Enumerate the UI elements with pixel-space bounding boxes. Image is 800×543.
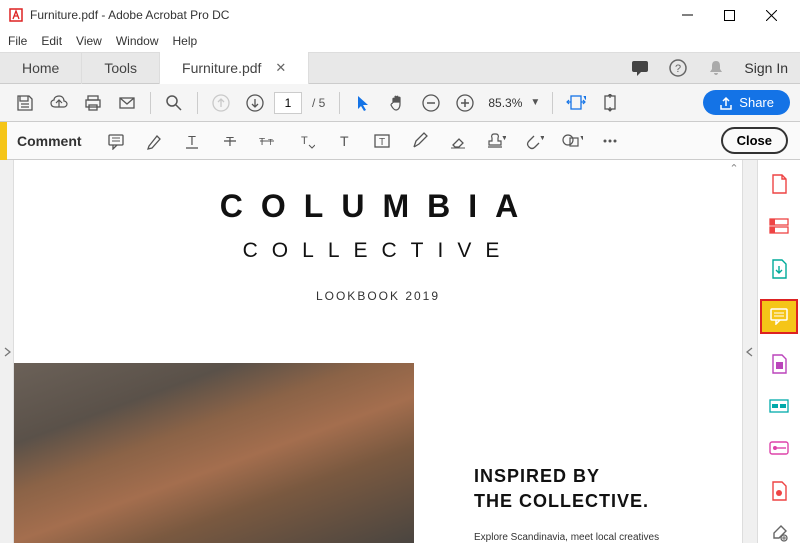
underline-icon[interactable]: T: [176, 126, 208, 156]
shapes-icon[interactable]: ▼: [556, 126, 588, 156]
save-icon[interactable]: [10, 88, 40, 118]
close-window-button[interactable]: [750, 1, 792, 29]
combine-icon[interactable]: [768, 216, 790, 236]
textbox-icon[interactable]: T: [366, 126, 398, 156]
more-icon[interactable]: [594, 126, 626, 156]
document-page: COLUMBIA COLLECTIVE LOOKBOOK 2019 INSPIR…: [14, 160, 742, 543]
svg-text:T: T: [268, 138, 273, 147]
menu-help[interactable]: Help: [173, 34, 198, 48]
zoom-dropdown-icon[interactable]: ▼: [530, 97, 540, 108]
compress-icon[interactable]: [768, 481, 790, 501]
sticky-note-icon[interactable]: [100, 126, 132, 156]
create-pdf-icon[interactable]: [768, 174, 790, 194]
svg-text:▼: ▼: [582, 95, 586, 102]
page-total: / 5: [312, 96, 325, 110]
zoom-out-icon[interactable]: [416, 88, 446, 118]
comment-toolbar: Comment T T TT T T T ▼ ▼ ▼ Close: [0, 122, 800, 160]
maximize-button[interactable]: [708, 1, 750, 29]
doc-tagline: LOOKBOOK 2019: [14, 289, 742, 303]
eraser-icon[interactable]: [442, 126, 474, 156]
menu-file[interactable]: File: [8, 34, 27, 48]
next-page-icon[interactable]: [240, 88, 270, 118]
zoom-level[interactable]: 85.3%: [488, 96, 522, 110]
pointer-icon[interactable]: [348, 88, 378, 118]
fit-page-icon[interactable]: [595, 88, 625, 118]
svg-text:T: T: [188, 133, 196, 148]
tools-sidepanel: [758, 160, 800, 543]
zoom-in-icon[interactable]: [450, 88, 480, 118]
print-icon[interactable]: [78, 88, 108, 118]
main-area: ⌃ COLUMBIA COLLECTIVE LOOKBOOK 2019 INSP…: [0, 160, 800, 543]
protect-icon[interactable]: [768, 438, 790, 458]
svg-text:▼: ▼: [501, 135, 506, 142]
menu-window[interactable]: Window: [116, 34, 159, 48]
cloud-icon[interactable]: [44, 88, 74, 118]
window-title: Furniture.pdf - Adobe Acrobat Pro DC: [30, 8, 666, 22]
comment-tool-icon[interactable]: [762, 301, 796, 332]
prev-page-icon[interactable]: [206, 88, 236, 118]
comment-indicator: [0, 122, 7, 160]
tab-document[interactable]: Furniture.pdf✕: [160, 52, 309, 84]
svg-text:T: T: [340, 133, 349, 149]
menu-view[interactable]: View: [76, 34, 102, 48]
main-toolbar: / 5 85.3% ▼ ▼ Share: [0, 84, 800, 122]
mail-icon[interactable]: [112, 88, 142, 118]
document-viewport[interactable]: ⌃ COLUMBIA COLLECTIVE LOOKBOOK 2019 INSP…: [14, 160, 742, 543]
comment-label: Comment: [17, 133, 82, 149]
titlebar: Furniture.pdf - Adobe Acrobat Pro DC: [0, 0, 800, 30]
pencil-icon[interactable]: [404, 126, 436, 156]
sign-in-link[interactable]: Sign In: [744, 60, 788, 76]
close-comment-button[interactable]: Close: [721, 127, 788, 154]
search-icon[interactable]: [159, 88, 189, 118]
doc-title: COLUMBIA: [14, 188, 742, 225]
fit-width-icon[interactable]: ▼: [561, 88, 591, 118]
menu-edit[interactable]: Edit: [41, 34, 62, 48]
more-tools-icon[interactable]: [768, 523, 790, 543]
right-panel-toggle[interactable]: [742, 160, 758, 543]
help-icon[interactable]: ?: [668, 58, 688, 78]
highlight-icon[interactable]: [138, 126, 170, 156]
minimize-button[interactable]: [666, 1, 708, 29]
left-panel-toggle[interactable]: [0, 160, 14, 543]
export-pdf-icon[interactable]: [768, 258, 790, 278]
redact-icon[interactable]: [768, 396, 790, 416]
chat-icon[interactable]: [630, 58, 650, 78]
organize-icon[interactable]: [768, 354, 790, 374]
svg-text:T: T: [301, 135, 308, 147]
doc-subtitle: COLLECTIVE: [14, 239, 742, 263]
tab-home[interactable]: Home: [0, 52, 82, 84]
add-text-icon[interactable]: T: [328, 126, 360, 156]
stamp-icon[interactable]: ▼: [480, 126, 512, 156]
insert-text-icon[interactable]: T: [290, 126, 322, 156]
bell-icon[interactable]: [706, 58, 726, 78]
share-button[interactable]: Share: [703, 90, 790, 115]
hand-icon[interactable]: [382, 88, 412, 118]
page-number-input[interactable]: [274, 92, 302, 114]
svg-text:?: ?: [675, 63, 681, 75]
svg-text:▼: ▼: [579, 135, 583, 142]
doc-text-block: INSPIRED BY THE COLLECTIVE. Explore Scan…: [474, 464, 724, 543]
app-icon: [8, 7, 24, 23]
tab-close-icon[interactable]: ✕: [275, 60, 286, 76]
tab-tools[interactable]: Tools: [82, 52, 160, 84]
doc-image: [14, 363, 414, 543]
menubar: File Edit View Window Help: [0, 30, 800, 52]
attach-icon[interactable]: ▼: [518, 126, 550, 156]
tabbar: Home Tools Furniture.pdf✕ ? Sign In: [0, 52, 800, 84]
strikethrough-icon[interactable]: T: [214, 126, 246, 156]
svg-text:T: T: [379, 137, 385, 148]
replace-text-icon[interactable]: TT: [252, 126, 284, 156]
svg-text:T: T: [259, 137, 265, 148]
svg-text:▼: ▼: [539, 135, 544, 142]
